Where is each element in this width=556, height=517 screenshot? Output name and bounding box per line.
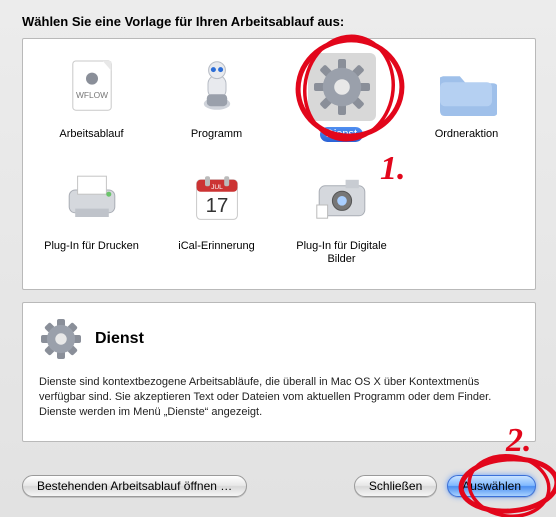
- description-title: Dienst: [95, 330, 144, 348]
- template-item-wflow[interactable]: WFLOW Arbeitsablauf: [29, 49, 154, 161]
- template-item-calendar[interactable]: JUL 17 iCal-Erinnerung: [154, 161, 279, 273]
- template-item-gear[interactable]: Dienst: [279, 49, 404, 161]
- choose-button[interactable]: Auswählen: [447, 475, 536, 497]
- template-item-label: Dienst: [320, 127, 363, 142]
- template-item-printer[interactable]: Plug-In für Drucken: [29, 161, 154, 273]
- template-item-label: Arbeitsablauf: [53, 127, 129, 142]
- template-item-label: Plug-In für Drucken: [38, 239, 145, 254]
- svg-text:17: 17: [205, 195, 228, 217]
- template-grid-panel: WFLOW Arbeitsablauf Programm Dienst Ordnerak…: [22, 38, 536, 290]
- dialog-heading: Wählen Sie eine Vorlage für Ihren Arbeit…: [22, 14, 344, 29]
- template-item-camera[interactable]: Plug-In für Digitale Bilder: [279, 161, 404, 273]
- gear-icon: [39, 317, 83, 361]
- printer-icon: [58, 165, 126, 233]
- wflow-icon: WFLOW: [58, 53, 126, 121]
- template-item-label: iCal-Erinnerung: [172, 239, 260, 254]
- robot-icon: [183, 53, 251, 121]
- open-existing-button[interactable]: Bestehenden Arbeitsablauf öffnen …: [22, 475, 247, 497]
- calendar-icon: JUL 17: [183, 165, 251, 233]
- template-item-label: Ordneraktion: [429, 127, 505, 142]
- template-item-folder[interactable]: Ordneraktion: [404, 49, 529, 161]
- description-body: Dienste sind kontextbezogene Arbeitsablä…: [39, 375, 519, 420]
- camera-icon: [308, 165, 376, 233]
- svg-text:WFLOW: WFLOW: [75, 90, 107, 100]
- dialog-button-row: Bestehenden Arbeitsablauf öffnen … Schli…: [22, 475, 536, 497]
- svg-text:JUL: JUL: [211, 184, 223, 191]
- template-item-robot[interactable]: Programm: [154, 49, 279, 161]
- template-item-label: Programm: [185, 127, 248, 142]
- close-button[interactable]: Schließen: [354, 475, 437, 497]
- folder-icon: [433, 53, 501, 121]
- template-description-panel: Dienst Dienste sind kontextbezogene Arbe…: [22, 302, 536, 442]
- template-item-label: Plug-In für Digitale Bilder: [281, 239, 403, 267]
- gear-icon: [308, 53, 376, 121]
